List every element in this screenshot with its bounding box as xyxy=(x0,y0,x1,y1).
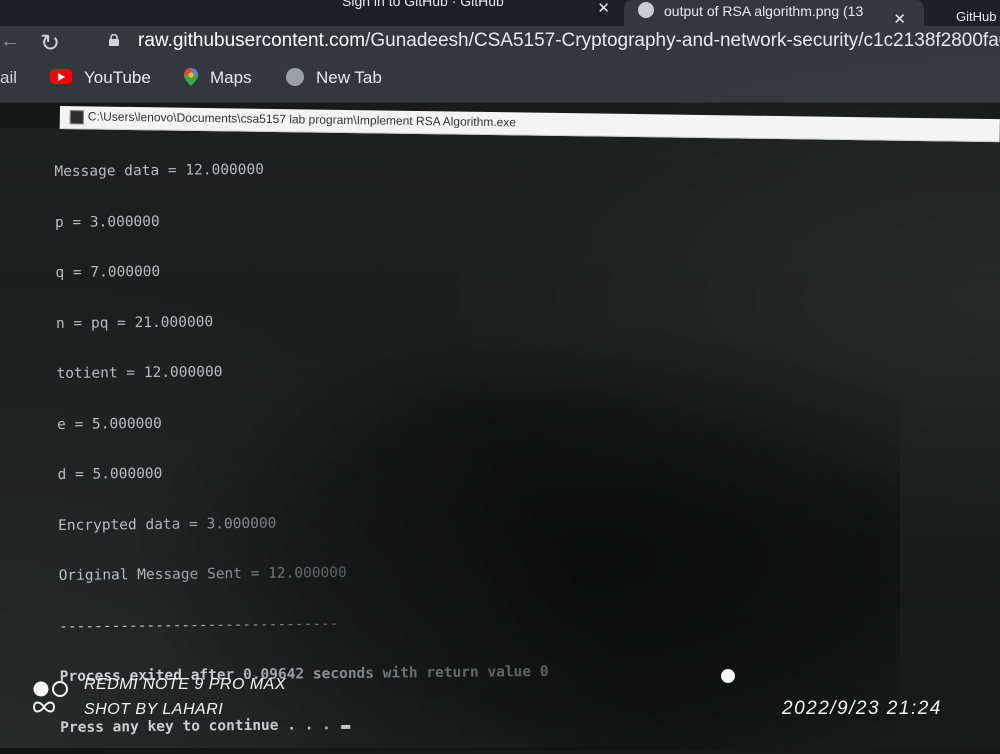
url-host: raw.githubusercontent.com xyxy=(138,30,366,51)
browser-toolbar: ← ↻ raw.githubusercontent.com/Gunadeesh/… xyxy=(0,26,1000,62)
console-line: Message data = 12.000000 xyxy=(54,161,265,180)
youtube-icon xyxy=(50,69,72,85)
console-line: totient = 12.000000 xyxy=(56,364,223,382)
watermark-device: REDMI NOTE 9 PRO MAX xyxy=(84,676,287,693)
maps-pin-icon xyxy=(184,67,198,86)
text-cursor xyxy=(341,724,351,729)
console-line: n = pq = 21.000000 xyxy=(55,313,214,332)
globe-icon xyxy=(638,2,654,19)
prompt-text: Press any key to continue . . . xyxy=(60,716,340,736)
tab-label: GitHub xyxy=(956,9,997,24)
console-app-icon xyxy=(69,110,84,125)
reload-icon[interactable]: ↻ xyxy=(40,29,60,58)
console-line: p = 3.000000 xyxy=(54,213,160,231)
bookmark-label: New Tab xyxy=(316,68,382,87)
back-arrow-icon[interactable]: ← xyxy=(0,30,20,53)
browser-tab-strip: Sign in to GitHub · GitHub ✕ output of R… xyxy=(0,0,1000,26)
bookmarks-bar: ail YouTube Maps New Tab xyxy=(0,62,1000,103)
bookmark-new-tab[interactable]: New Tab xyxy=(286,67,382,88)
tab-github-signin[interactable]: Sign in to GitHub · GitHub ✕ xyxy=(300,0,620,16)
console-line: e = 5.000000 xyxy=(56,415,162,433)
console-title: C:\Users\lenovo\Documents\csa5157 lab pr… xyxy=(87,109,517,130)
globe-icon xyxy=(286,67,304,86)
camera-watermark-logo xyxy=(32,681,68,713)
tab-rsa-output[interactable]: output of RSA algorithm.png (13 ✕ xyxy=(624,0,924,26)
close-tab-icon[interactable]: ✕ xyxy=(597,0,610,16)
bookmark-label: Maps xyxy=(210,68,252,87)
bookmark-label: YouTube xyxy=(84,68,151,87)
bookmark-maps[interactable]: Maps xyxy=(184,67,252,88)
tab-label: output of RSA algorithm.png (13 xyxy=(664,3,864,19)
bookmark-youtube[interactable]: YouTube xyxy=(50,68,151,88)
url-path: /Gunadeesh/CSA5157-Cryptography-and-netw… xyxy=(365,30,1000,51)
console-output: Message data = 12.000000 p = 3.000000 q … xyxy=(54,127,549,754)
bookmark-gmail[interactable]: ail xyxy=(0,68,17,88)
close-tab-icon[interactable]: ✕ xyxy=(893,9,906,26)
console-separator: -------------------------------- xyxy=(59,615,339,635)
bookmark-label: ail xyxy=(0,68,18,87)
console-line: d = 5.000000 xyxy=(57,465,163,483)
console-line: Encrypted data = 3.000000 xyxy=(58,515,277,534)
tab-label: Sign in to GitHub · GitHub xyxy=(342,0,504,9)
lock-icon xyxy=(109,34,119,46)
address-bar[interactable]: raw.githubusercontent.com/Gunadeesh/CSA5… xyxy=(138,30,1000,52)
watermark-shot-by: SHOT BY LAHARI xyxy=(84,701,224,718)
console-line: Original Message Sent = 12.000000 xyxy=(58,564,347,584)
watermark-datetime: 2022/9/23 21:24 xyxy=(782,698,942,719)
mouse-cursor-icon xyxy=(721,669,735,683)
console-line: q = 7.000000 xyxy=(55,263,161,281)
